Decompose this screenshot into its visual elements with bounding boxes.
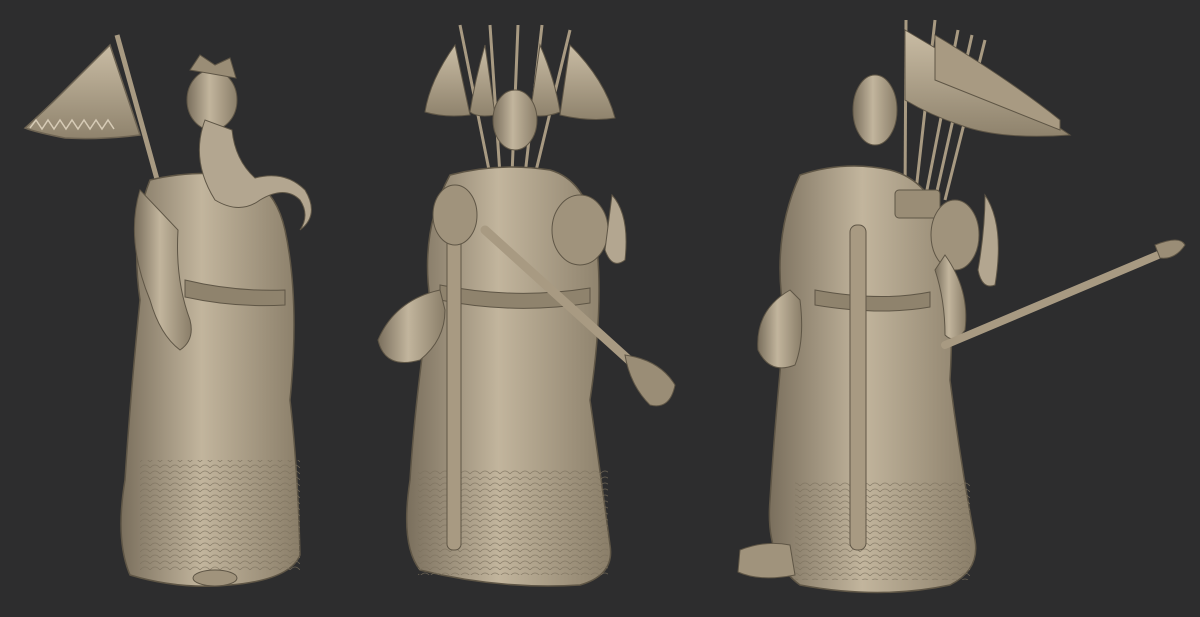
sculpt-render [0,0,1200,617]
head-back [492,89,538,151]
head-back [852,74,898,146]
shoulder-armor [930,199,980,271]
sword [446,229,462,551]
sword [849,224,867,551]
boot [737,542,796,579]
head [186,69,238,131]
wave-pattern-hem [140,460,300,570]
wave-pattern-hem [795,480,970,580]
quiver [894,189,941,219]
render-viewport [0,0,1200,617]
shoulder-armor [551,194,609,266]
shoulder-armor [432,184,478,246]
boot [192,569,238,587]
